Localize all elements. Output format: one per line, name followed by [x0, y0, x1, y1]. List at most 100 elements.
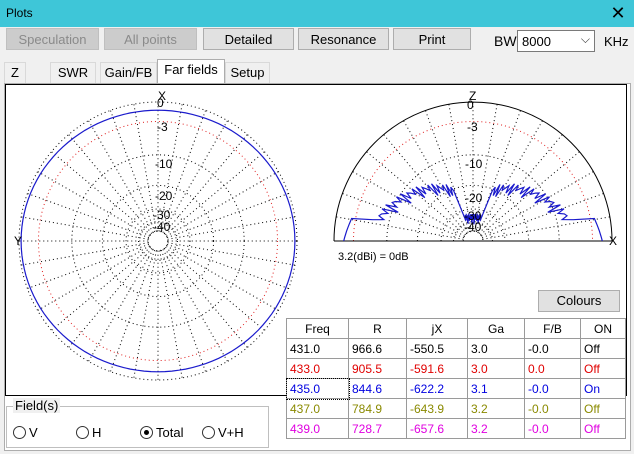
- table-cell[interactable]: 433.0: [286, 358, 349, 379]
- radio-total-label: Total: [156, 425, 184, 440]
- detailed-button[interactable]: Detailed: [203, 28, 294, 50]
- chevron-down-icon: ⌵: [580, 32, 590, 46]
- table-cell[interactable]: 844.6: [348, 378, 407, 399]
- left-ring-40-label: -40: [153, 220, 171, 234]
- right-ring-20-label: -20: [465, 191, 483, 205]
- print-button[interactable]: Print: [393, 28, 471, 50]
- radio-total[interactable]: Total: [140, 425, 183, 440]
- resonance-button[interactable]: Resonance: [298, 28, 389, 50]
- table-cell[interactable]: Off: [580, 418, 626, 439]
- radio-h[interactable]: H: [76, 425, 101, 440]
- speculation-button[interactable]: Speculation: [6, 28, 99, 50]
- tab-z[interactable]: Z: [4, 62, 26, 83]
- fields-group: Field(s) V H Total V+H: [6, 398, 269, 448]
- table-cell[interactable]: -0.0: [524, 398, 581, 419]
- tab-swr[interactable]: SWR: [50, 62, 96, 83]
- table-cell[interactable]: -0.0: [524, 418, 581, 439]
- col-freq[interactable]: Freq: [286, 318, 349, 339]
- radio-v-dot: [13, 426, 26, 439]
- col-r[interactable]: R: [348, 318, 407, 339]
- colours-button[interactable]: Colours: [538, 290, 620, 312]
- left-spoke: [27, 192, 150, 239]
- bw-select[interactable]: 8000 ⌵: [517, 30, 595, 52]
- table-cell[interactable]: -0.0: [524, 338, 581, 359]
- tab-gain-fb[interactable]: Gain/FB: [100, 62, 157, 83]
- table-cell[interactable]: 437.0: [286, 398, 349, 419]
- close-icon[interactable]: ✕: [602, 0, 634, 27]
- table-cell[interactable]: 3.0: [467, 338, 525, 359]
- right-ring-0-label: 0: [467, 98, 474, 112]
- bw-unit: KHz: [604, 34, 629, 49]
- left-axis-left-label: Y: [14, 234, 23, 248]
- table-cell[interactable]: 431.0: [286, 338, 349, 359]
- results-table: Freq R jX Ga F/B ON 431.0 966.6 -550.5 3.0-…: [285, 318, 626, 439]
- table-cell[interactable]: 439.0: [286, 418, 349, 439]
- left-spoke: [165, 151, 265, 236]
- title-bar: Plots ✕: [0, 0, 634, 27]
- left-spoke: [51, 151, 151, 236]
- table-row[interactable]: 433.0 905.5 -591.6 3.0 0.0 Off: [286, 358, 626, 379]
- left-ring-3-label: -3: [157, 120, 168, 134]
- left-pattern-trace: [20, 109, 296, 373]
- left-spoke: [68, 248, 153, 348]
- col-on[interactable]: ON: [580, 318, 626, 339]
- right-axis-right-label: X: [609, 234, 618, 248]
- table-cell[interactable]: -591.6: [406, 358, 468, 379]
- table-cell[interactable]: -643.9: [406, 398, 468, 419]
- left-ring-0-label: 0: [157, 96, 164, 110]
- left-spoke: [163, 134, 248, 234]
- left-spoke: [166, 243, 289, 290]
- tab-far-fields[interactable]: Far fields: [157, 59, 225, 83]
- table-cell[interactable]: 3.0: [467, 358, 525, 379]
- radio-vh-label: V+H: [218, 425, 244, 440]
- radio-v-label: V: [29, 425, 38, 440]
- table-cell[interactable]: 784.9: [348, 398, 407, 419]
- table-row[interactable]: 439.0 728.7 -657.6 3.2 -0.0 Off: [286, 418, 626, 439]
- table-cell[interactable]: -550.5: [406, 338, 468, 359]
- table-cell[interactable]: -657.6: [406, 418, 468, 439]
- left-ring: [71, 154, 245, 328]
- table-cell[interactable]: Off: [580, 398, 626, 419]
- left-ring: [18, 101, 298, 381]
- table-cell[interactable]: 3.1: [467, 378, 525, 399]
- table-row[interactable]: 437.0 784.9 -643.9 3.2 -0.0 Off: [286, 398, 626, 419]
- radio-total-dot: [140, 426, 153, 439]
- table-cell[interactable]: 966.6: [348, 338, 407, 359]
- all-points-button[interactable]: All points: [104, 28, 197, 50]
- table-cell[interactable]: 0.0: [524, 358, 581, 379]
- table-cell[interactable]: 905.5: [348, 358, 407, 379]
- table-cell[interactable]: Off: [580, 358, 626, 379]
- col-jx[interactable]: jX: [406, 318, 468, 339]
- fields-legend: Field(s): [13, 398, 61, 413]
- table-cell[interactable]: Off: [580, 338, 626, 359]
- tab-setup[interactable]: Setup: [225, 62, 270, 83]
- table-cell[interactable]: 728.7: [348, 418, 407, 439]
- table-cell[interactable]: 3.2: [467, 398, 525, 419]
- table-cell[interactable]: 435.0: [285, 377, 350, 400]
- left-ring-20-label: -20: [155, 189, 173, 203]
- left-ring-10-label: -10: [155, 157, 173, 171]
- left-spoke: [21, 242, 149, 266]
- table-cell[interactable]: -0.0: [524, 378, 581, 399]
- col-ga[interactable]: Ga: [467, 318, 525, 339]
- left-spoke: [159, 250, 183, 378]
- window-title: Plots: [6, 6, 33, 20]
- table-cell[interactable]: On: [580, 378, 626, 399]
- radio-v[interactable]: V: [13, 425, 38, 440]
- left-spoke: [165, 246, 265, 331]
- table-row[interactable]: 431.0 966.6 -550.5 3.0 -0.0 Off: [286, 338, 626, 359]
- left-spoke: [51, 246, 151, 331]
- table-row[interactable]: 435.0 844.6 -622.2 3.1 -0.0 On: [285, 377, 626, 400]
- table-cell[interactable]: -622.2: [406, 378, 468, 399]
- col-fb[interactable]: F/B: [524, 318, 581, 339]
- radio-v-plus-h[interactable]: V+H: [202, 425, 244, 440]
- left-spoke: [27, 243, 150, 290]
- bw-label: BW: [494, 33, 517, 49]
- left-spoke: [109, 249, 156, 372]
- radio-h-label: H: [92, 425, 102, 440]
- bw-value: 8000: [522, 34, 551, 49]
- table-header-row: Freq R jX Ga F/B ON: [286, 318, 626, 339]
- left-spoke: [166, 192, 289, 239]
- radio-vh-dot: [202, 426, 215, 439]
- table-cell[interactable]: 3.2: [467, 418, 525, 439]
